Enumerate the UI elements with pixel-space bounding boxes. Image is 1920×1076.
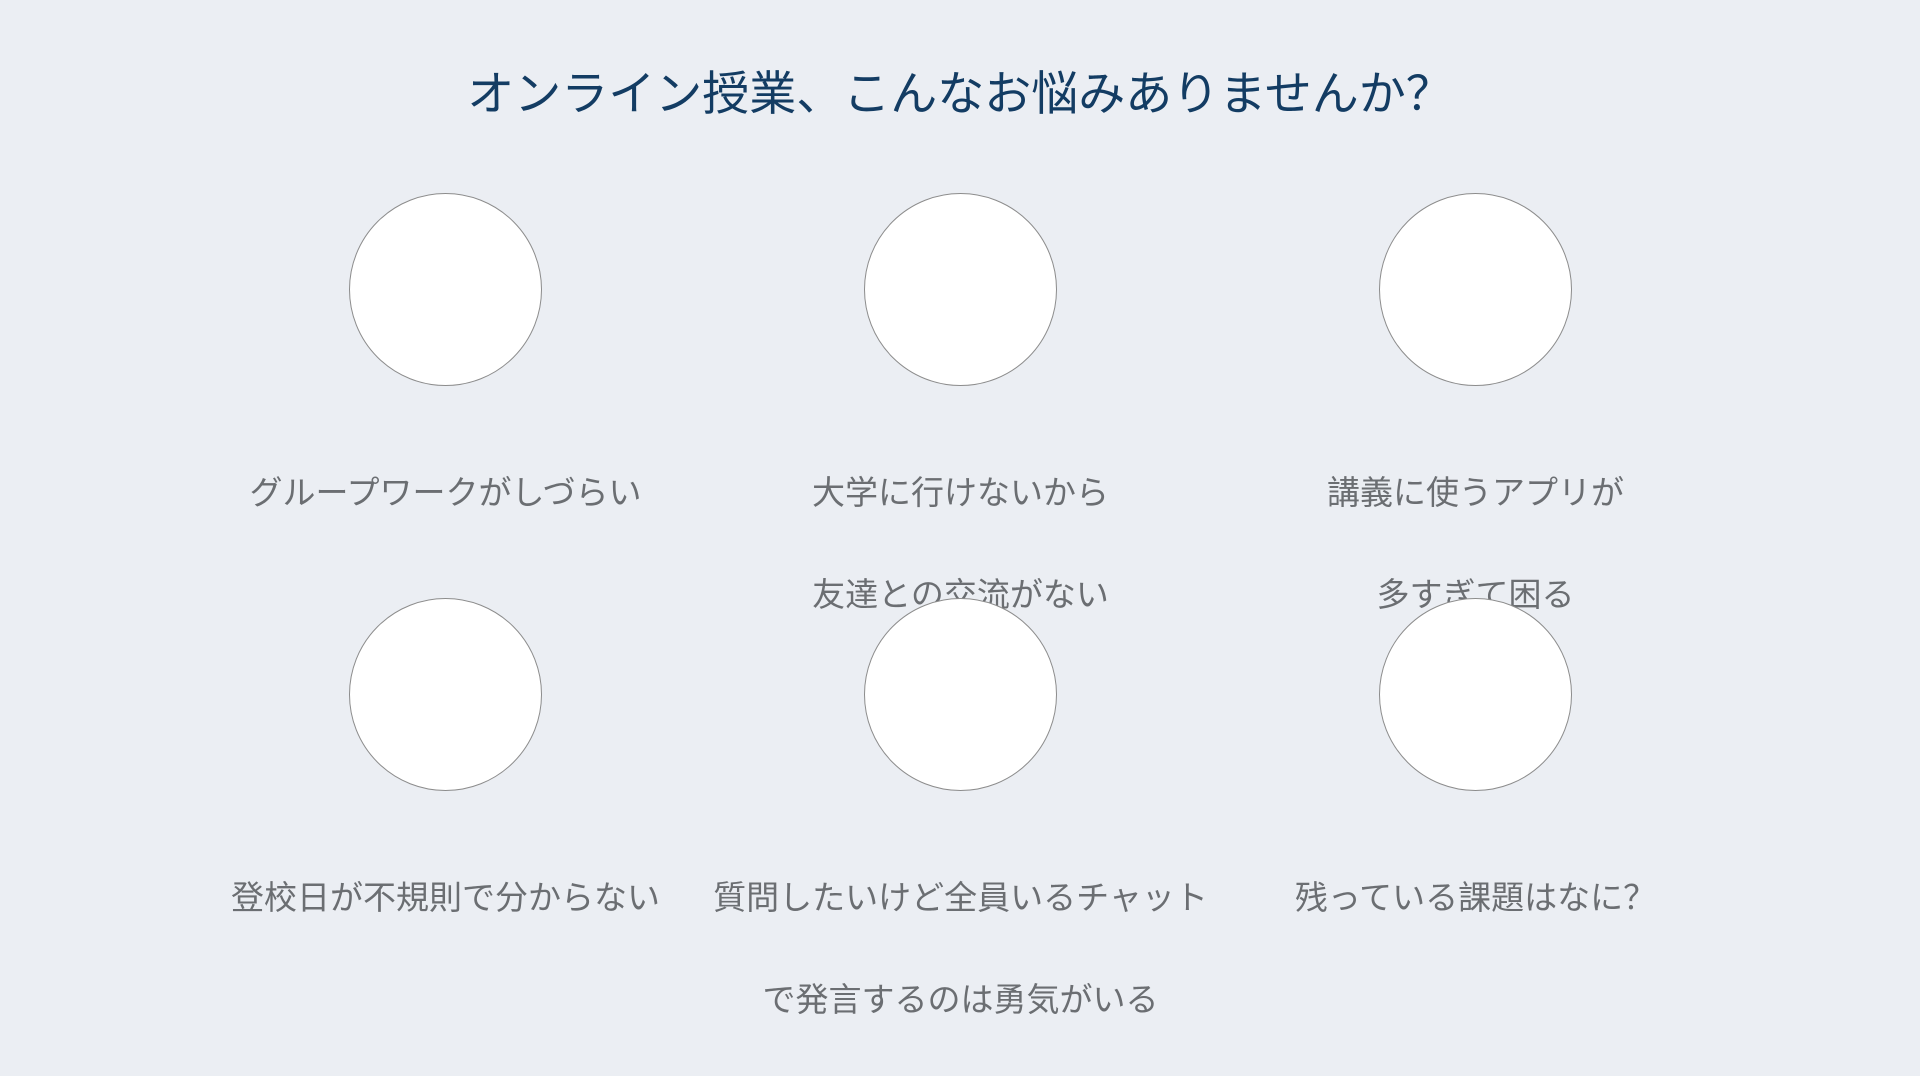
problem-caption: 質問したいけど全員いるチャット で発言するのは勇気がいる	[703, 821, 1218, 1076]
problem-image-placeholder	[864, 598, 1057, 791]
problem-caption-line: 大学に行けないから	[812, 473, 1109, 512]
problem-image-placeholder	[1379, 193, 1572, 386]
problem-caption-line: で発言するのは勇気がいる	[762, 980, 1159, 1019]
problem-caption-line: 残っている課題はなに？	[1294, 878, 1657, 917]
problem-item-irregular-schedule: 登校日が不規則で分からない	[188, 598, 703, 974]
problem-item-group-work: グループワークがしづらい	[188, 193, 703, 569]
problem-item-remaining-tasks: 残っている課題はなに？	[1218, 598, 1733, 974]
problem-caption-line: グループワークがしづらい	[249, 473, 642, 512]
problem-item-hard-to-ask: 質問したいけど全員いるチャット で発言するのは勇気がいる	[703, 598, 1218, 1076]
problem-caption: 残っている課題はなに？	[1218, 821, 1733, 974]
problem-image-placeholder	[864, 193, 1057, 386]
problem-caption: グループワークがしづらい	[188, 416, 703, 569]
problem-caption: 登校日が不規則で分からない	[188, 821, 703, 974]
problems-grid: グループワークがしづらい 大学に行けないから 友達との交流がない 講義に使うアプ…	[0, 0, 1920, 1019]
problem-caption-line: 質問したいけど全員いるチャット	[713, 878, 1208, 917]
problem-image-placeholder	[1379, 598, 1572, 791]
problem-image-placeholder	[349, 598, 542, 791]
problem-caption-line: 登校日が不規則で分からない	[231, 878, 660, 917]
problem-image-placeholder	[349, 193, 542, 386]
problem-caption-line: 講義に使うアプリが	[1327, 473, 1624, 512]
